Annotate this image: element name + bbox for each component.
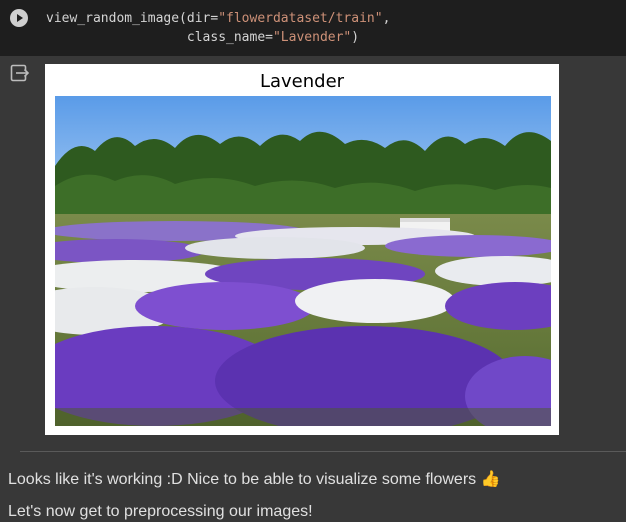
output-exit-icon[interactable] (10, 64, 30, 82)
matplotlib-figure: Lavender (45, 64, 559, 435)
code-line2-string: "Lavender" (272, 30, 352, 45)
lavender-field-photo (55, 96, 551, 426)
markdown-text-line2: Let's now get to preprocessing our image… (8, 503, 313, 520)
code-cell[interactable]: view_random_image(dir="flowerdataset/tra… (0, 0, 626, 56)
code-line2-prefix: class_name= (186, 30, 273, 45)
cell-output: Lavender (0, 56, 626, 440)
code-line1-prefix: view_random_image(dir= (46, 11, 219, 26)
divider (20, 451, 626, 452)
code-line1-suffix: , (382, 11, 391, 26)
code-editor[interactable]: view_random_image(dir="flowerdataset/tra… (46, 9, 390, 47)
markdown-text-line1: Looks like it's working :D Nice to be ab… (8, 471, 501, 488)
code-line1-string: "flowerdataset/train" (218, 11, 383, 26)
code-line2-suffix: ) (351, 30, 360, 45)
figure-title: Lavender (259, 71, 345, 92)
run-cell-button[interactable] (10, 9, 28, 27)
